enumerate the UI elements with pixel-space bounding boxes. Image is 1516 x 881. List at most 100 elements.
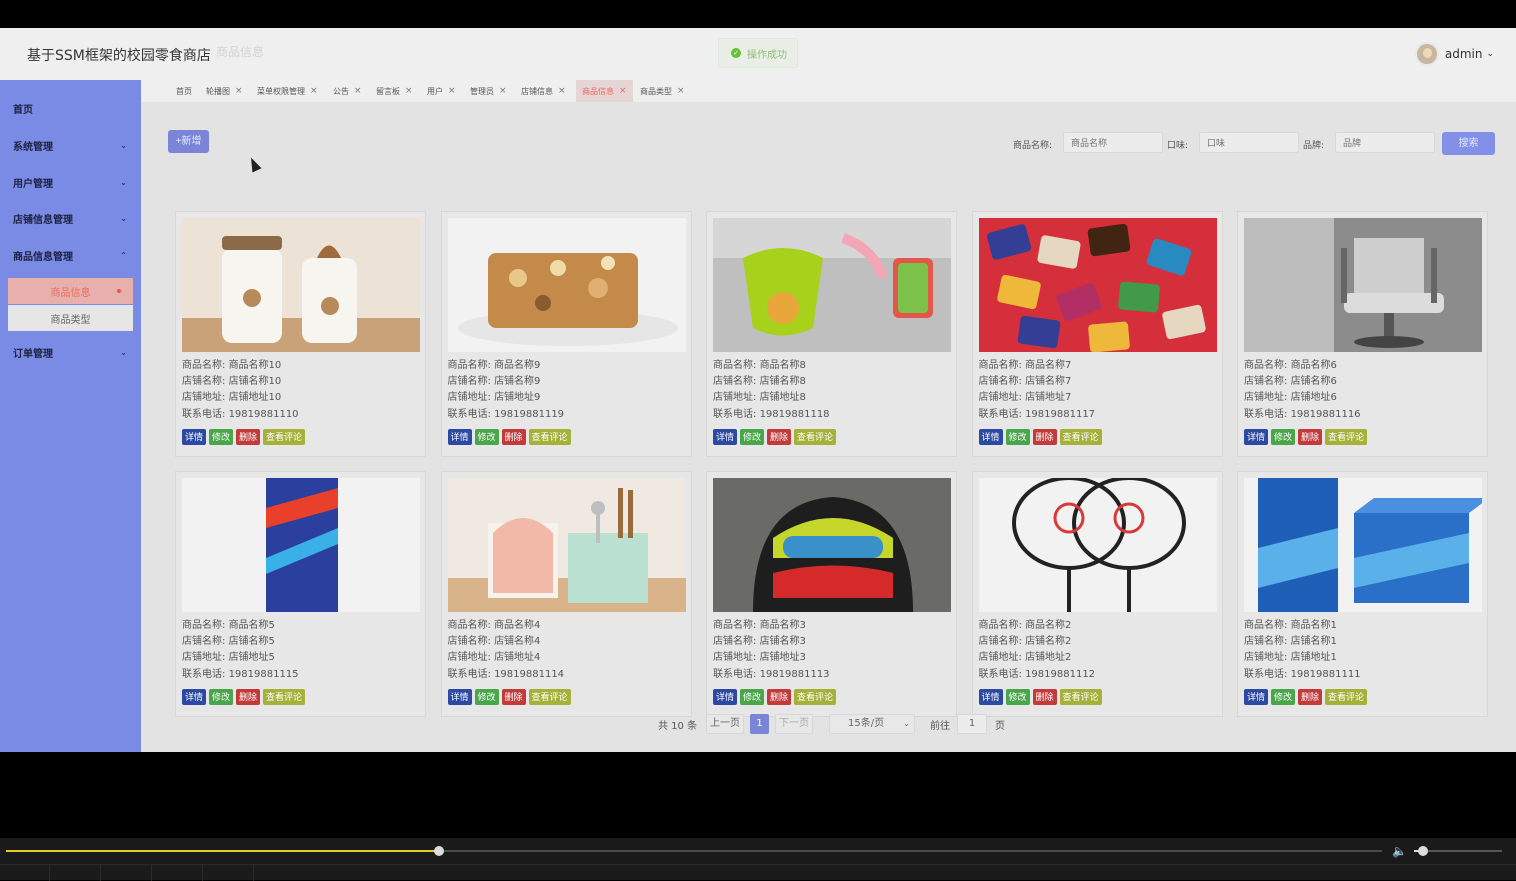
delete-button[interactable]: 删除 — [1032, 429, 1057, 445]
pagination-prev-button[interactable]: 上一页 — [706, 714, 744, 734]
brand-input[interactable] — [1335, 132, 1435, 153]
edit-button[interactable]: 修改 — [740, 429, 765, 445]
delete-button[interactable]: 删除 — [501, 689, 526, 705]
delete-button[interactable]: 删除 — [501, 429, 526, 445]
close-icon[interactable]: × — [448, 86, 456, 96]
user-name[interactable]: admin — [1445, 47, 1483, 61]
delete-button[interactable]: 删除 — [236, 689, 261, 705]
view-reviews-button[interactable]: 查看评论 — [794, 429, 837, 445]
avatar[interactable] — [1414, 42, 1439, 66]
tab-notice[interactable]: 公告 × — [333, 80, 362, 102]
volume-slider[interactable] — [1414, 846, 1502, 856]
delete-button[interactable]: 删除 — [1298, 429, 1323, 445]
detail-button[interactable]: 详情 — [713, 689, 738, 705]
tab-carousel[interactable]: 轮播图 × — [206, 80, 243, 102]
pagination-current-page[interactable]: 1 — [750, 714, 769, 734]
close-icon[interactable]: × — [354, 86, 362, 96]
detail-button[interactable]: 详情 — [713, 429, 738, 445]
pagination-goto-input[interactable]: 1 — [957, 714, 987, 734]
detail-button[interactable]: 详情 — [182, 429, 207, 445]
edit-button[interactable]: 修改 — [740, 689, 765, 705]
sidebar-subitem-product-type[interactable]: 商品类型 — [8, 305, 133, 331]
edit-button[interactable]: 修改 — [474, 429, 499, 445]
detail-button[interactable]: 详情 — [447, 429, 472, 445]
edit-button[interactable]: 修改 — [1271, 689, 1296, 705]
view-reviews-button[interactable]: 查看评论 — [1325, 429, 1368, 445]
view-reviews-button[interactable]: 查看评论 — [794, 689, 837, 705]
view-reviews-button[interactable]: 查看评论 — [528, 689, 571, 705]
volume-handle[interactable] — [1417, 846, 1428, 856]
detail-button[interactable]: 详情 — [978, 689, 1003, 705]
delete-button[interactable]: 删除 — [767, 429, 792, 445]
detail-button[interactable]: 详情 — [978, 429, 1003, 445]
close-icon[interactable]: × — [310, 86, 318, 96]
product-name-input[interactable] — [1063, 132, 1163, 153]
tab-user[interactable]: 用户 × — [427, 80, 456, 102]
check-circle-icon: ✓ — [731, 48, 741, 58]
tab-product-type[interactable]: 商品类型 × — [640, 80, 685, 102]
view-reviews-button[interactable]: 查看评论 — [1059, 689, 1102, 705]
sidebar-item-products[interactable]: 商品信息管理 ⌃ — [0, 240, 141, 270]
close-icon[interactable]: × — [405, 86, 413, 96]
flavor-input[interactable] — [1199, 132, 1299, 153]
delete-button[interactable]: 删除 — [1298, 689, 1323, 705]
user-menu[interactable]: admin ⌄ — [1414, 42, 1494, 66]
edit-button[interactable]: 修改 — [1005, 689, 1030, 705]
player-control[interactable] — [50, 865, 101, 881]
page-size-select[interactable]: 15条/页 ⌄ — [829, 714, 915, 734]
pagination-next-button[interactable]: 下一页 — [775, 714, 813, 734]
close-icon[interactable]: × — [499, 86, 507, 96]
delete-button[interactable]: 删除 — [767, 689, 792, 705]
tab-shop-info[interactable]: 店铺信息 × — [521, 80, 566, 102]
player-control[interactable] — [0, 865, 50, 881]
view-reviews-button[interactable]: 查看评论 — [1059, 429, 1102, 445]
detail-button[interactable]: 详情 — [182, 689, 207, 705]
tab-product-info[interactable]: 商品信息 × — [576, 80, 633, 102]
player-control[interactable] — [101, 865, 152, 881]
detail-button[interactable]: 详情 — [447, 689, 472, 705]
search-button[interactable]: 搜索 — [1442, 132, 1495, 155]
tab-admin[interactable]: 管理员 × — [470, 80, 507, 102]
volume-icon[interactable]: 🔈 — [1392, 844, 1407, 858]
chevron-down-icon[interactable]: ⌄ — [1486, 49, 1494, 59]
product-name-label: 商品名称: — [978, 620, 1022, 631]
main-content: +新增 商品名称: 口味: 品牌: 搜索 商品名称: 商品名称10 店铺名称: … — [141, 102, 1516, 752]
player-control[interactable] — [152, 865, 203, 881]
seek-bar[interactable] — [6, 846, 1382, 856]
tab-menu-permissions[interactable]: 菜单权限管理 × — [257, 80, 318, 102]
edit-button[interactable]: 修改 — [209, 429, 234, 445]
shop-address-label: 店铺地址: — [978, 392, 1022, 404]
tab-message-board[interactable]: 留言板 × — [376, 80, 413, 102]
detail-button[interactable]: 详情 — [1244, 689, 1269, 705]
seek-handle[interactable] — [434, 846, 445, 856]
chevron-down-icon: ⌄ — [120, 177, 127, 187]
delete-button[interactable]: 删除 — [1032, 689, 1057, 705]
close-icon[interactable]: × — [677, 86, 685, 96]
sidebar-item-users[interactable]: 用户管理 ⌄ — [0, 167, 141, 197]
sidebar-subitem-product-info[interactable]: 商品信息 — [8, 278, 133, 304]
shop-address-row: 店铺地址: 店铺地址3 — [713, 650, 830, 666]
card-actions: 详情 修改 删除 查看评论 — [713, 689, 837, 705]
sidebar-item-system[interactable]: 系统管理 ⌄ — [0, 130, 141, 160]
view-reviews-button[interactable]: 查看评论 — [263, 689, 306, 705]
sidebar-item-label: 商品信息管理 — [13, 251, 73, 263]
video-player-bar: 🔈 — [0, 838, 1516, 881]
view-reviews-button[interactable]: 查看评论 — [528, 429, 571, 445]
close-icon[interactable]: × — [619, 86, 627, 96]
edit-button[interactable]: 修改 — [474, 689, 499, 705]
edit-button[interactable]: 修改 — [1005, 429, 1030, 445]
edit-button[interactable]: 修改 — [1271, 429, 1296, 445]
close-icon[interactable]: × — [235, 86, 243, 96]
sidebar-item-home[interactable]: 首页 — [0, 93, 141, 123]
player-control[interactable] — [203, 865, 254, 881]
add-button[interactable]: +新增 — [168, 130, 209, 153]
view-reviews-button[interactable]: 查看评论 — [263, 429, 306, 445]
detail-button[interactable]: 详情 — [1244, 429, 1269, 445]
sidebar-item-shops[interactable]: 店铺信息管理 ⌄ — [0, 203, 141, 233]
edit-button[interactable]: 修改 — [209, 689, 234, 705]
delete-button[interactable]: 删除 — [236, 429, 261, 445]
sidebar-item-orders[interactable]: 订单管理 ⌄ — [0, 337, 141, 367]
view-reviews-button[interactable]: 查看评论 — [1325, 689, 1368, 705]
tab-home[interactable]: 首页 — [176, 80, 192, 102]
close-icon[interactable]: × — [558, 86, 566, 96]
